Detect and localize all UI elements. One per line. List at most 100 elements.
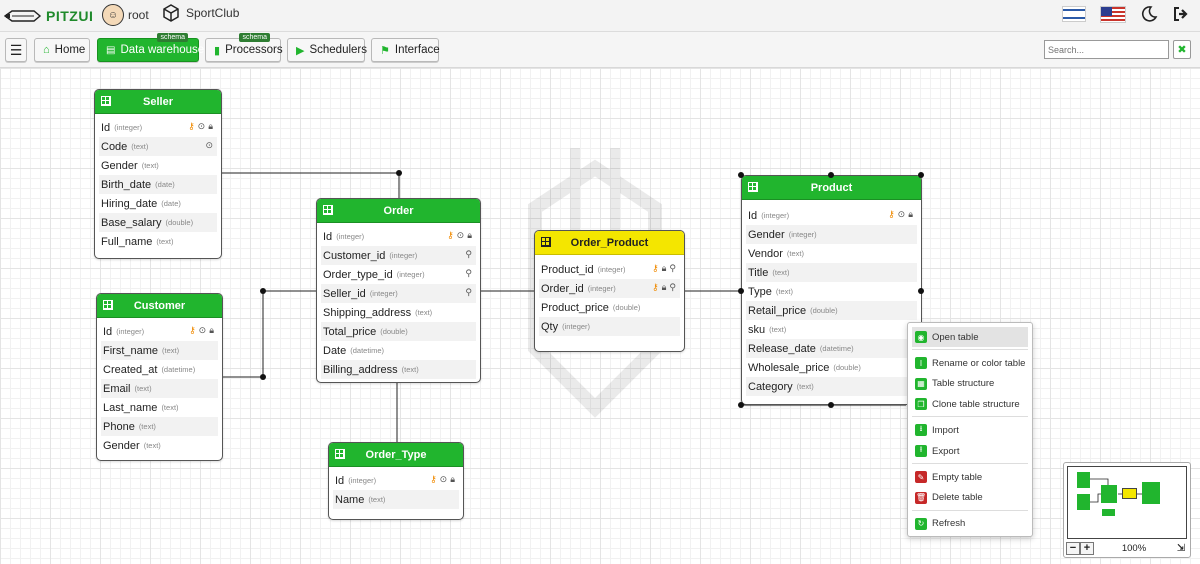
column-row[interactable]: Date (datetime) [321,341,476,360]
column-row[interactable]: Id (integer) ⚷ ⊙ 🔒︎ [333,471,459,490]
column-row[interactable]: Id (integer) ⚷ ⊙ 🔒︎ [321,227,476,246]
table-header[interactable]: Order [317,199,480,223]
resize-handle[interactable] [738,288,744,294]
connector-dot[interactable] [260,374,266,380]
column-row[interactable]: Gender (integer) [746,225,917,244]
app-logo[interactable]: PITZUI [4,4,93,28]
menu-item-empty-table[interactable]: ✎ Empty table [912,467,1028,487]
column-row[interactable]: Product_price (double) [539,298,680,317]
menu-button[interactable]: ☰ [5,38,27,62]
column-row[interactable]: Release_date (datetime) [746,339,917,358]
column-row[interactable]: Order_type_id (integer) ⚲ [321,265,476,284]
menu-item-label: Table structure [932,378,995,390]
column-row[interactable]: Vendor (text) [746,244,917,263]
table-header[interactable]: Order_Product [535,231,684,255]
table-order-type[interactable]: Order_Type Id (integer) ⚷ ⊙ 🔒︎ Name (text) [328,442,464,520]
column-row[interactable]: Billing_address (text) [321,360,476,379]
connector-dot[interactable] [396,170,402,176]
column-row[interactable]: Type (text) [746,282,917,301]
column-type: (text) [775,287,793,296]
connector-dot[interactable] [260,288,266,294]
column-name: Date [323,344,347,357]
dark-mode-icon[interactable] [1140,5,1158,23]
column-row[interactable]: Customer_id (integer) ⚲ [321,246,476,265]
column-row[interactable]: Retail_price (double) [746,301,917,320]
column-row[interactable]: Name (text) [333,490,459,509]
clear-search-button[interactable]: ✖ [1173,40,1191,59]
column-row[interactable]: Id (integer) ⚷ ⊙ 🔒︎ [101,322,218,341]
column-row[interactable]: Created_at (datetime) [101,360,218,379]
resize-handle[interactable] [918,172,924,178]
column-row[interactable]: Category (text) [746,377,917,396]
menu-item-clone-structure[interactable]: ❐ Clone table structure [912,394,1028,414]
hebrew-flag-icon[interactable] [1062,6,1086,22]
processors-button[interactable]: schema ▮ Processors [205,33,283,62]
column-row[interactable]: Qty (integer) [539,317,680,336]
table-product[interactable]: Product Id (integer) ⚷ ⊙ 🔒︎ Gender (integer) … [741,175,922,405]
resize-corner-icon[interactable]: ⇲ [1174,542,1188,555]
column-row[interactable]: Id (integer) ⚷ ⊙ 🔒︎ [746,206,917,225]
column-row[interactable]: Last_name (text) [101,398,218,417]
column-row[interactable]: First_name (text) [101,341,218,360]
resize-handle[interactable] [918,288,924,294]
table-header[interactable]: Customer [97,294,222,318]
zoom-in-button[interactable]: + [1080,541,1094,555]
menu-item-refresh[interactable]: ↻ Refresh [912,514,1028,534]
table-customer[interactable]: Customer Id (integer) ⚷ ⊙ 🔒︎ First_name (text… [96,293,223,461]
resize-handle[interactable] [828,172,834,178]
column-row[interactable]: Shipping_address (text) [321,303,476,322]
column-row[interactable]: Seller_id (integer) ⚲ [321,284,476,303]
resize-handle[interactable] [738,172,744,178]
table-order[interactable]: Order Id (integer) ⚷ ⊙ 🔒︎ Customer_id (intege… [316,198,481,383]
column-row[interactable]: Base_salary (double) [99,213,217,232]
minimap-viewport[interactable] [1067,466,1187,539]
column-row[interactable]: Title (text) [746,263,917,282]
user-name: root [128,8,149,22]
logout-icon[interactable] [1172,5,1190,23]
column-row[interactable]: Full_name (text) [99,232,217,251]
zoom-out-button[interactable]: − [1066,541,1080,555]
menu-item-rename[interactable]: I Rename or color table [912,353,1028,373]
search-input[interactable] [1044,40,1169,59]
column-row[interactable]: Birth_date (date) [99,175,217,194]
column-row[interactable]: Gender (text) [101,436,218,455]
schedulers-button[interactable]: ▶ Schedulers [287,38,368,62]
column-type: (integer) [369,289,398,298]
table-header[interactable]: Product [742,176,921,200]
table-header[interactable]: Seller [95,90,221,114]
menu-item-export[interactable]: ⭱ Export [912,441,1028,461]
table-order-product[interactable]: Order_Product Product_id (integer) ⚷ 🔒︎ ⚲ Or… [534,230,685,352]
menu-item-import[interactable]: ⭳ Import [912,420,1028,440]
data-warehouse-button[interactable]: schema ▤ Data warehouse [97,33,204,62]
menu-item-open-table[interactable]: ◉ Open table [912,327,1028,347]
user-menu[interactable]: ☺ root [102,4,149,26]
interface-button[interactable]: ⚑ Interface [371,38,440,62]
column-row[interactable]: Total_price (double) [321,322,476,341]
menu-item-table-structure[interactable]: ▦ Table structure [912,374,1028,394]
resize-handle[interactable] [828,402,834,408]
column-row[interactable]: Phone (text) [101,417,218,436]
column-row[interactable]: sku (text) [746,320,917,339]
home-button[interactable]: ⌂ Home [34,38,90,62]
column-type: (text) [769,325,787,334]
minimap[interactable]: − + 100% ⇲ [1063,462,1191,558]
column-row[interactable]: Wholesale_price (double) [746,358,917,377]
resize-handle[interactable] [738,402,744,408]
column-row[interactable]: Order_id (integer) ⚷ 🔒︎ ⚲ [539,279,680,298]
column-row[interactable]: Email (text) [101,379,218,398]
top-right-controls [1062,5,1190,23]
table-seller[interactable]: Seller Id (integer) ⚷ ⊙ 🔒︎ Code (text) ⊙ Gende… [94,89,222,259]
table-header[interactable]: Order_Type [329,443,463,467]
trash-icon: 🗑︎ [915,491,927,504]
logo-text: PITZUI [46,8,94,24]
column-row[interactable]: Gender (text) [99,156,217,175]
column-row[interactable]: Id (integer) ⚷ ⊙ 🔒︎ [99,118,217,137]
column-row[interactable]: Code (text) ⊙ [99,137,217,156]
project-selector[interactable]: SportClub [162,4,239,22]
rename-icon: I [915,357,927,369]
english-flag-icon[interactable] [1100,5,1126,23]
schedulers-label: Schedulers [309,44,368,56]
menu-item-delete-table[interactable]: 🗑︎ Delete table [912,488,1028,508]
column-row[interactable]: Hiring_date (date) [99,194,217,213]
column-row[interactable]: Product_id (integer) ⚷ 🔒︎ ⚲ [539,260,680,279]
